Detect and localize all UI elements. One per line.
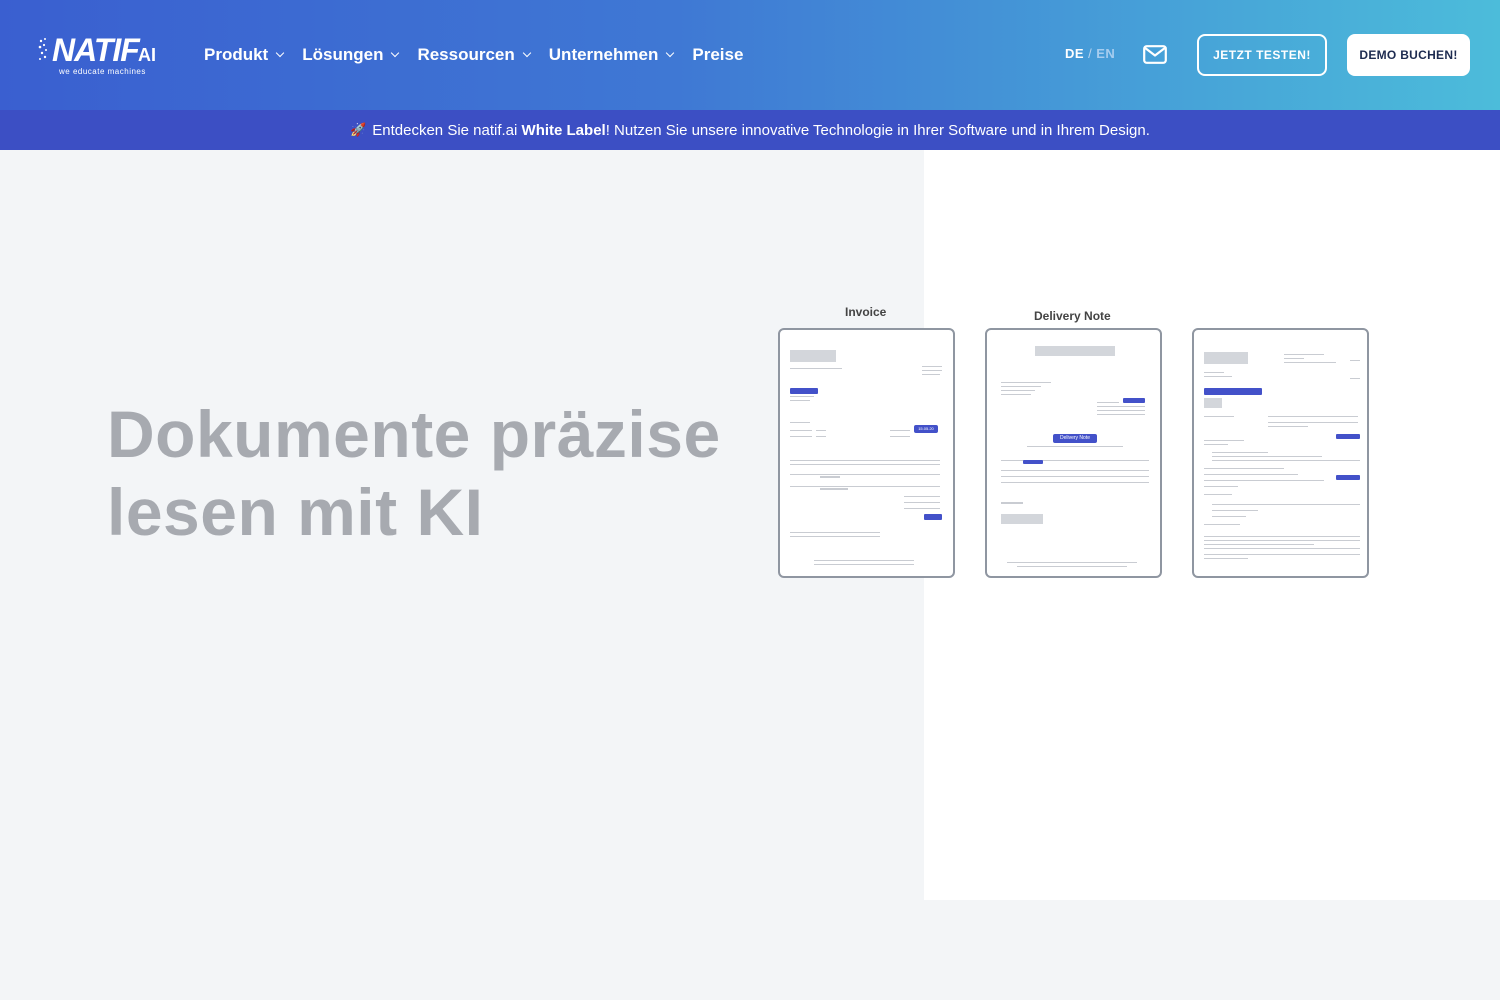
logo-suffix: AI [138,45,156,65]
main-nav: Produkt Lösungen Ressourcen Unternehmen … [204,40,762,70]
nav-item-preise[interactable]: Preise [692,45,743,65]
chevron-down-icon [666,48,675,58]
nav-label: Lösungen [302,45,384,64]
nav-item-produkt[interactable]: Produkt [204,45,285,65]
doc-label-invoice: Invoice [845,305,887,319]
envelope-icon[interactable] [1143,45,1167,64]
nav-label: Unternehmen [548,45,659,64]
natif-logo[interactable]: NATIF AI we educate machines [38,32,160,79]
lang-en-link[interactable]: EN [1096,46,1115,61]
lang-separator: / [1088,46,1093,61]
delivery-note-tag: Delivery Note [1053,434,1097,443]
invoice-date-tag: 15.05.20 [914,425,938,433]
banner-text-before: Entdecken Sie natif.ai [372,121,518,139]
rocket-icon: 🚀 [350,122,367,137]
nav-item-unternehmen[interactable]: Unternehmen [548,45,675,65]
hero-title-line1: Dokumente präzise [107,397,721,471]
logo-wordmark: NATIF [52,32,140,68]
nav-item-ressourcen[interactable]: Ressourcen [417,45,532,65]
chevron-down-icon [275,48,285,58]
banner-text-bold: White Label [521,121,606,139]
invoice-document: 15.05.20 [778,328,955,578]
nav-label: Preise [692,45,744,64]
jetzt-testen-button[interactable]: JETZT TESTEN! [1197,34,1327,76]
hero-title-line2: lesen mit KI [107,475,484,549]
lang-de-link[interactable]: DE [1065,46,1084,61]
banner-text-after: ! Nutzen Sie unsere innovative Technolog… [605,121,1150,139]
demo-buchen-button[interactable]: DEMO BUCHEN! [1347,34,1470,76]
logo-tagline: we educate machines [59,67,146,76]
chevron-down-icon [391,48,400,58]
doc-label-delivery-note: Delivery Note [1034,309,1111,323]
contract-document [1192,328,1369,578]
site-header: NATIF AI we educate machines Produkt Lös… [0,0,1500,110]
delivery-note-document: Delivery Note [985,328,1162,578]
hero-title: Dokumente präzise lesen mit KI [107,395,747,551]
nav-label: Ressourcen [417,45,515,64]
chevron-down-icon [522,48,532,58]
nav-label: Produkt [204,45,269,64]
language-switcher: DE / EN [1065,46,1115,61]
white-label-banner[interactable]: 🚀 Entdecken Sie natif.ai White Label! Nu… [0,110,1500,150]
nav-item-loesungen[interactable]: Lösungen [302,45,400,65]
